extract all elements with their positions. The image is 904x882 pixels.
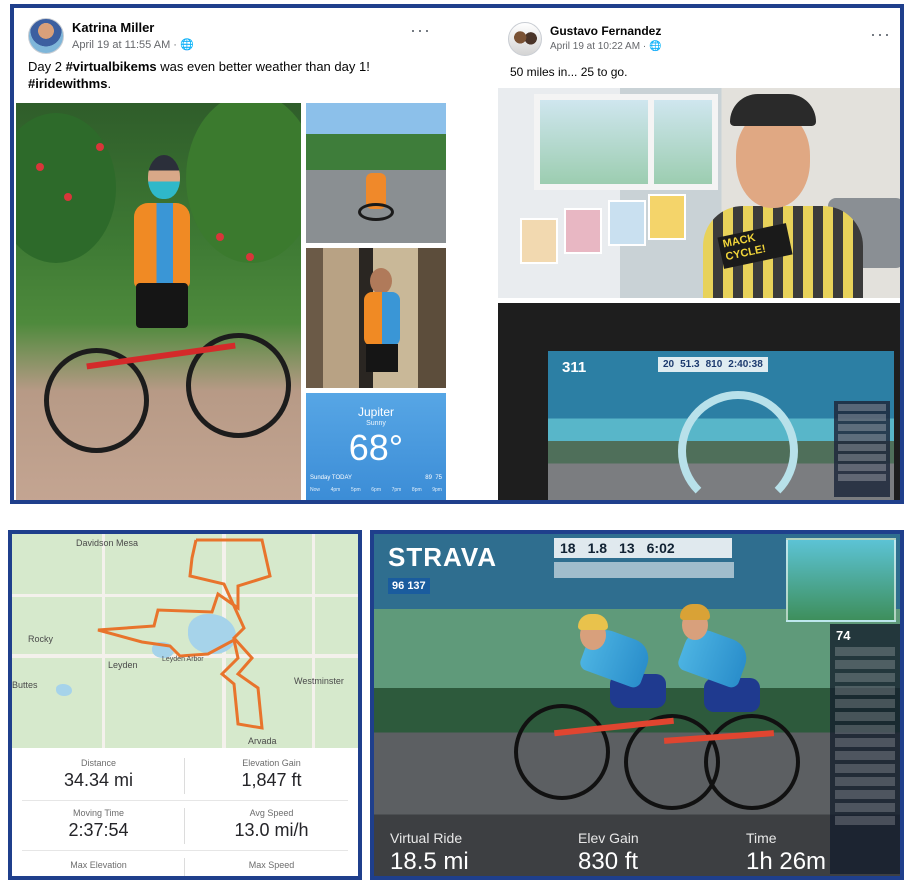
flower	[36, 163, 44, 171]
rider-helmet	[680, 604, 710, 620]
hud-top-bar: 18 1.8 13 6:02	[554, 538, 732, 558]
post-author[interactable]: Katrina Miller	[72, 20, 154, 35]
weather-condition: Sunny	[366, 420, 386, 427]
map-label: Leyden	[108, 660, 138, 670]
globe-icon: 🌐	[648, 41, 662, 52]
route-line	[97, 538, 272, 730]
palm	[186, 103, 301, 263]
artwork	[520, 218, 558, 264]
ride-stats: Distance 34.34 mi Elevation Gain 1,847 f…	[12, 748, 358, 876]
hashtag-link[interactable]: #virtualbikems	[66, 59, 157, 74]
stat-moving-time: Moving Time 2:37:54	[68, 808, 129, 840]
post-text: 50 miles in... 25 to go.	[510, 65, 628, 79]
route-map[interactable]: Davidson Mesa Rocky Leyden Leyden Arbor …	[12, 534, 358, 748]
avatar[interactable]	[28, 18, 64, 54]
artwork	[648, 194, 686, 240]
stat-distance: Distance 34.34 mi	[63, 758, 134, 790]
stat-avg-speed: Avg Speed 13.0 mi/h	[234, 808, 309, 840]
head	[370, 268, 392, 294]
map-label: Leyden Arbor	[162, 656, 204, 663]
hashtag-link[interactable]: #iridewithms	[28, 76, 107, 91]
hud-power: 311	[562, 359, 587, 376]
hud-power-hr: 96 137	[388, 578, 430, 594]
rider-jersey	[134, 203, 190, 288]
tunnel	[678, 391, 798, 500]
map-label: Davidson Mesa	[76, 538, 139, 548]
post-gustavo: Gustavo Fernandez April 19 at 10:22 AM ·…	[498, 8, 900, 500]
bike-wheel	[514, 704, 610, 800]
rider-shorts	[136, 283, 188, 328]
hud-top-bar: 20 51.3 810 2:40:38	[658, 357, 768, 372]
stat-label: Time	[746, 830, 777, 846]
zwift-screen-photo[interactable]: 311 20 51.3 810 2:40:38	[498, 303, 900, 500]
window	[648, 94, 718, 190]
selfie-photo[interactable]: MACK CYCLE!	[498, 88, 900, 298]
flower	[246, 253, 254, 261]
minimap	[786, 538, 896, 622]
leaderboard-panel: 74	[830, 624, 900, 874]
strava-logo: STRAVA	[388, 542, 498, 572]
flower	[96, 143, 104, 151]
artwork	[564, 208, 602, 254]
facebook-posts-frame: Katrina Miller April 19 at 11:55 AM · 🌐 …	[10, 4, 904, 504]
map-label: Westminster	[294, 676, 344, 686]
cap	[730, 94, 816, 126]
weather-widget[interactable]: Jupiter Sunny 68° Sunday TODAY 89 75 Now…	[306, 393, 446, 500]
globe-icon: 🌐	[180, 39, 194, 51]
post-katrina: Katrina Miller April 19 at 11:55 AM · 🌐 …	[14, 8, 454, 500]
avatar[interactable]	[508, 22, 542, 56]
stat-label: Virtual Ride	[390, 830, 463, 846]
map-label: Buttes	[12, 680, 38, 690]
jersey	[364, 292, 400, 346]
leaderboard-panel	[834, 401, 890, 497]
progress-bar	[554, 562, 734, 578]
weather-day-row: Sunday TODAY 89 75	[310, 475, 442, 481]
stat-label: Elev Gain	[578, 830, 639, 846]
flower	[216, 233, 224, 241]
face	[736, 112, 810, 208]
cyclist-photo[interactable]	[16, 103, 301, 500]
ride-map-card: Davidson Mesa Rocky Leyden Leyden Arbor …	[8, 530, 362, 880]
weather-hours: Now 4pm 5pm 6pm 7pm 8pm 9pm	[310, 487, 442, 493]
map-label: Arvada	[248, 736, 277, 746]
bike-wheel	[704, 714, 800, 810]
bike-wheel	[358, 203, 394, 221]
more-options-button[interactable]: ···	[410, 20, 431, 41]
zwift-game-view: 311 20 51.3 810 2:40:38	[548, 351, 894, 500]
bush	[16, 113, 116, 263]
rider-head	[148, 155, 180, 199]
weather-temperature: 68°	[348, 427, 404, 468]
post-author[interactable]: Gustavo Fernandez	[550, 24, 661, 38]
post-text: Day 2 #virtualbikems was even better wea…	[28, 59, 370, 91]
stat-max-speed: Max Speed	[248, 860, 295, 870]
window	[534, 94, 654, 190]
rider-helmet	[578, 614, 608, 630]
artwork	[608, 200, 646, 246]
road-photo[interactable]	[306, 103, 446, 243]
map-label: Rocky	[28, 634, 54, 644]
more-options-button[interactable]: ···	[870, 24, 891, 45]
stat-elevation-gain: Elevation Gain 1,847 ft	[241, 758, 302, 790]
flower	[64, 193, 72, 201]
leaderboard-rank: 74	[836, 628, 851, 643]
stat-max-elevation: Max Elevation	[70, 860, 127, 870]
strava-ride-card[interactable]: STRAVA 96 137 18 1.8 13 6:02 74 Virtual …	[370, 530, 904, 880]
stat-value: 1h 26m	[746, 848, 827, 875]
post-timestamp[interactable]: April 19 at 10:22 AM · 🌐	[550, 41, 661, 52]
mirror-selfie-photo[interactable]	[306, 248, 446, 388]
stat-value: 18.5 mi	[390, 848, 469, 875]
post-timestamp[interactable]: April 19 at 11:55 AM · 🌐	[72, 38, 194, 51]
shorts	[366, 344, 398, 372]
stat-value: 830 ft	[578, 848, 639, 875]
weather-city: Jupiter	[357, 405, 395, 419]
